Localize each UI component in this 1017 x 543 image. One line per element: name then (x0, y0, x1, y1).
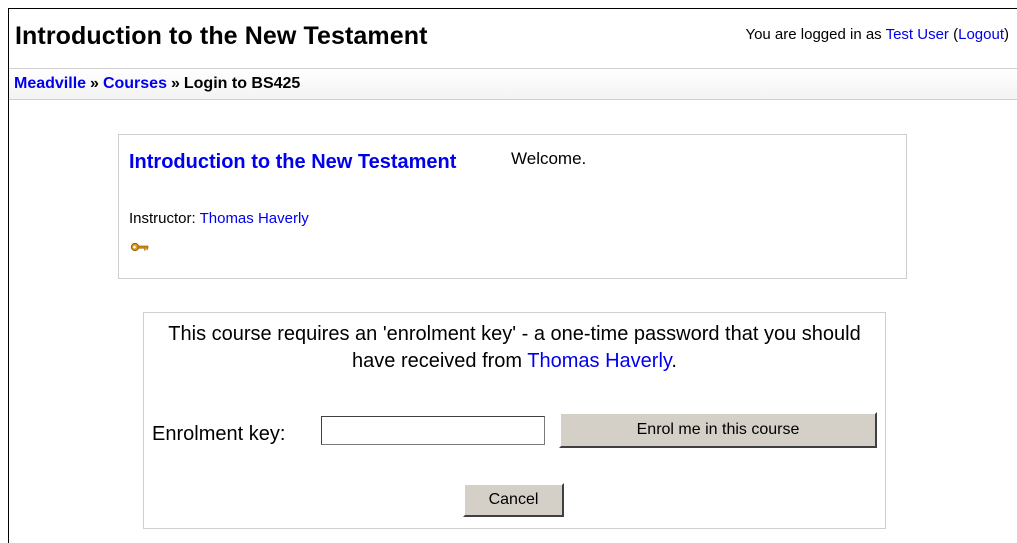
enrolment-message-end: . (671, 350, 677, 372)
login-info: You are logged in as Test User (Logout) (745, 26, 1009, 43)
enrolment-key-input[interactable] (321, 416, 545, 445)
instructor-label: Instructor: (129, 210, 196, 227)
breadcrumb-current: Login to BS425 (183, 75, 301, 92)
enrolment-box: This course requires an 'enrolment key' … (143, 312, 886, 529)
enrolment-key-label: Enrolment key: (152, 423, 286, 445)
enrol-button[interactable]: Enrol me in this course (559, 412, 877, 448)
login-prefix: You are logged in as (745, 26, 886, 43)
breadcrumb-separator: » (170, 75, 180, 92)
logout-open-paren: ( (948, 26, 959, 43)
course-name-link[interactable]: Introduction to the New Testament (129, 149, 459, 176)
instructor-link[interactable]: Thomas Haverly (200, 210, 309, 227)
breadcrumb: Meadville» Courses» Login to BS425 (14, 75, 300, 93)
page-title: Introduction to the New Testament (15, 22, 428, 50)
enrolment-message: This course requires an 'enrolment key' … (144, 321, 885, 375)
enrolment-message-text: This course requires an 'enrolment key' … (168, 323, 861, 372)
user-profile-link[interactable]: Test User (886, 26, 949, 43)
key-icon (130, 240, 150, 258)
logout-link[interactable]: Logout (958, 26, 1004, 43)
cancel-button[interactable]: Cancel (463, 483, 564, 517)
course-info-box: Introduction to the New Testament Instru… (118, 134, 907, 279)
enrolment-instructor-link[interactable]: Thomas Haverly (527, 350, 671, 372)
course-summary: Welcome. (511, 149, 587, 168)
breadcrumb-separator: » (90, 75, 99, 92)
logout-close-paren: ) (1004, 26, 1009, 43)
course-instructor: Instructor: Thomas Haverly (129, 210, 309, 227)
breadcrumb-home-link[interactable]: Meadville (14, 75, 86, 92)
breadcrumb-courses-link[interactable]: Courses (103, 75, 167, 92)
